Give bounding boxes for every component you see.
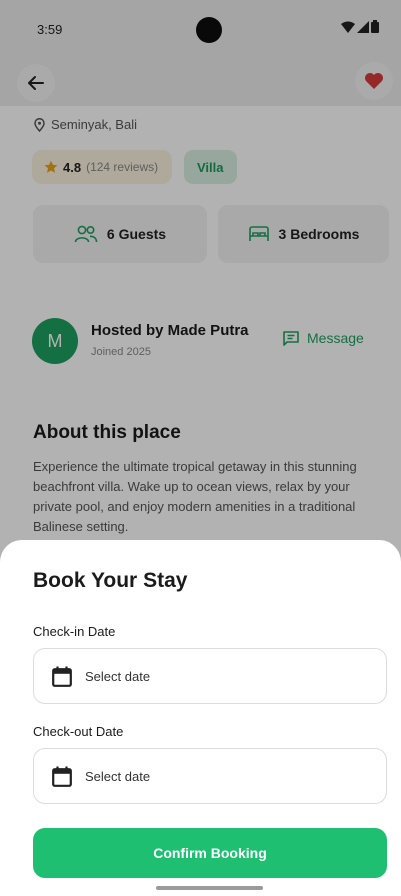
checkin-label: Check-in Date xyxy=(33,624,116,639)
listing-detail-screen: 3:59 Seminyak, Bali 4.8 (124 reviews) Vi… xyxy=(0,0,401,896)
booking-sheet: Book Your Stay Check-in Date Select date… xyxy=(0,540,401,896)
checkin-value: Select date xyxy=(85,668,151,684)
checkout-value: Select date xyxy=(85,768,151,784)
checkout-date-field[interactable]: Select date xyxy=(33,748,387,804)
confirm-booking-button[interactable]: Confirm Booking xyxy=(33,828,387,878)
checkout-label: Check-out Date xyxy=(33,724,124,739)
calendar-icon xyxy=(52,666,72,687)
calendar-icon xyxy=(52,766,72,787)
home-indicator[interactable] xyxy=(156,886,263,890)
booking-title: Book Your Stay xyxy=(33,569,188,592)
checkin-date-field[interactable]: Select date xyxy=(33,648,387,704)
